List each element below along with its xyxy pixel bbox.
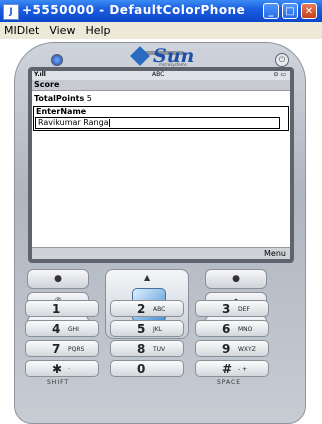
left-softkey[interactable]: ●: [27, 269, 89, 289]
screen-title: Score: [32, 80, 290, 91]
key-0[interactable]: 0: [110, 360, 184, 377]
key-digit: 4: [52, 322, 61, 336]
menu-view[interactable]: View: [45, 22, 81, 37]
key-hash[interactable]: # - +: [195, 360, 269, 377]
name-input-value: Ravikumar Ranga: [38, 118, 109, 127]
battery-icon: ⊙ ▭: [273, 71, 286, 78]
key-letters: MNO: [238, 326, 253, 333]
menu-bar: MIDlet View Help: [0, 22, 322, 39]
total-points-value: 5: [86, 94, 92, 103]
enter-name-field-group: EnterName Ravikumar Ranga: [33, 106, 289, 131]
softkey-bar: Menu: [32, 247, 290, 259]
space-label: SPACE: [217, 379, 242, 386]
close-button[interactable]: ✕: [301, 3, 317, 19]
key-2[interactable]: 2 ABC: [110, 300, 184, 317]
screen-frame: Y.ıll ABC ⊙ ▭ Score TotalPoints 5 EnterN…: [28, 67, 294, 263]
key-digit: ✱: [52, 362, 63, 376]
key-digit: 6: [222, 322, 231, 336]
key-digit: 7: [52, 342, 61, 356]
key-digit: 2: [137, 302, 146, 316]
key-1[interactable]: 1: [25, 300, 99, 317]
key-letters: - +: [238, 366, 248, 373]
window-title: +5550000 - DefaultColorPhone: [22, 3, 246, 17]
menu-help[interactable]: Help: [81, 22, 116, 37]
key-letters: ABC: [153, 306, 166, 313]
input-mode-indicator: ABC: [152, 71, 165, 78]
enter-name-label: EnterName: [36, 107, 87, 116]
right-softkey[interactable]: ●: [205, 269, 267, 289]
key-6[interactable]: 6 MNO: [195, 320, 269, 337]
status-bar: Y.ıll ABC ⊙ ▭: [32, 71, 290, 80]
key-letters: PQRS: [68, 346, 85, 353]
key-digit: 8: [137, 342, 146, 356]
dpad-up-icon[interactable]: ▲: [144, 273, 150, 282]
shift-label: SHIFT: [47, 379, 70, 386]
key-digit: 1: [52, 302, 61, 316]
key-digit: #: [222, 362, 233, 376]
key-letters: WXYZ: [238, 346, 256, 353]
window-title-bar[interactable]: J +5550000 - DefaultColorPhone _ □ ✕: [0, 0, 322, 22]
total-points-label: TotalPoints: [34, 94, 85, 103]
total-points-row: TotalPoints 5: [32, 91, 290, 103]
key-digit: 9: [222, 342, 231, 356]
key-star[interactable]: ✱ ·: [25, 360, 99, 377]
key-letters: TUV: [153, 346, 166, 353]
key-digit: 3: [222, 302, 231, 316]
java-midlet-icon: J: [3, 4, 19, 20]
signal-icon: Y.ıll: [34, 71, 46, 78]
key-digit: 0: [137, 362, 146, 376]
menu-midlet[interactable]: MIDlet: [0, 22, 45, 37]
phone-screen: Y.ıll ABC ⊙ ▭ Score TotalPoints 5 EnterN…: [32, 71, 290, 259]
maximize-button[interactable]: □: [282, 3, 298, 19]
name-input[interactable]: Ravikumar Ranga: [35, 117, 280, 129]
menu-softkey-label[interactable]: Menu: [264, 248, 286, 259]
power-button[interactable]: ⏻: [275, 53, 289, 67]
key-letters: ·: [68, 366, 70, 373]
minimize-button[interactable]: _: [263, 3, 279, 19]
key-letters: JKL: [153, 326, 163, 333]
key-9[interactable]: 9 WXYZ: [195, 340, 269, 357]
camera-lens-icon: [51, 54, 63, 66]
key-digit: 5: [137, 322, 146, 336]
text-caret: [108, 118, 110, 127]
key-5[interactable]: 5 JKL: [110, 320, 184, 337]
key-letters: GHI: [68, 326, 79, 333]
key-8[interactable]: 8 TUV: [110, 340, 184, 357]
key-4[interactable]: 4 GHI: [25, 320, 99, 337]
sun-diamond-icon: [130, 46, 150, 66]
phone-body: Sun microsystems ⏻ Y.ıll ABC ⊙ ▭ Score T…: [14, 42, 306, 424]
key-letters: DEF: [238, 306, 250, 313]
key-3[interactable]: 3 DEF: [195, 300, 269, 317]
key-7[interactable]: 7 PQRS: [25, 340, 99, 357]
